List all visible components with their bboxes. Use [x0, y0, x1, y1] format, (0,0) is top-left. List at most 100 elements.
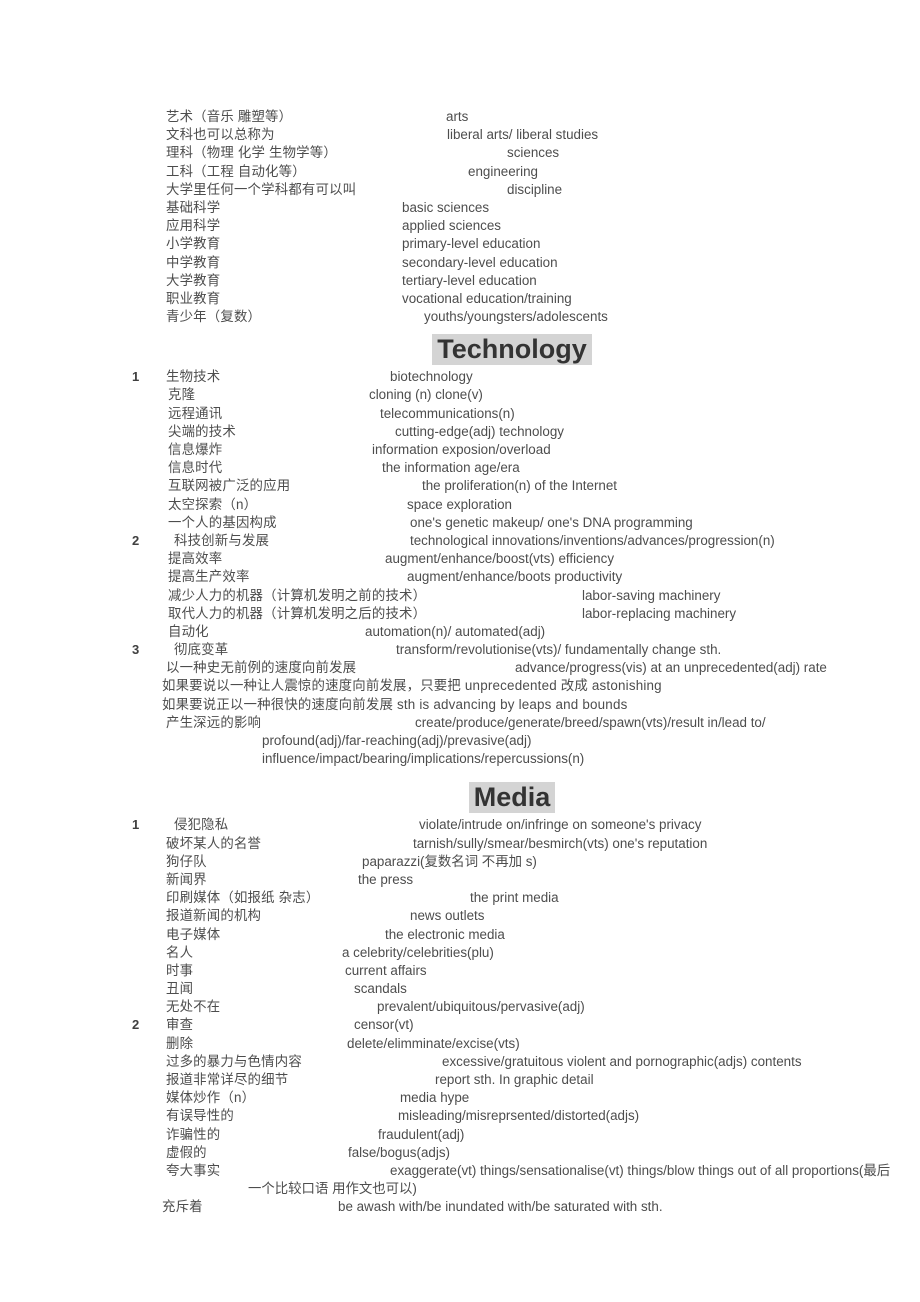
vocab-row: 青少年（复数） youths/youngsters/adolescents — [132, 308, 892, 326]
vocab-row: 太空探索（n） space exploration — [132, 496, 892, 514]
continuation-row: influence/impact/bearing/implications/re… — [132, 750, 892, 768]
vocab-row: 基础科学 basic sciences — [132, 199, 892, 217]
vocab-row: 文科也可以总称为 liberal arts/ liberal studies — [132, 126, 892, 144]
term-english: false/bogus(adjs) — [348, 1144, 450, 1160]
term-chinese: 充斥着 — [162, 1199, 203, 1215]
vocab-row: 大学里任何一个学科都有可以叫 discipline — [132, 181, 892, 199]
vocab-row: 2 科技创新与发展 technological innovations/invent… — [132, 532, 892, 550]
vocab-row: 时事 current affairs — [132, 962, 892, 980]
term-english: applied sciences — [402, 218, 502, 234]
term-chinese: 无处不在 — [166, 999, 221, 1015]
term-english: censor(vt) — [354, 1017, 414, 1033]
vocab-row: 减少人力的机器（计算机发明之前的技术） labor-saving machiner… — [132, 587, 892, 605]
technology-rows: 1 生物技术 biotechnology 克隆 cloning (n) clone(v)… — [132, 368, 892, 732]
term-chinese: 大学教育 — [166, 272, 221, 288]
term-english: youths/youngsters/adolescents — [424, 309, 608, 325]
term-english: delete/elimminate/excise(vts) — [347, 1035, 520, 1051]
intro-block: 艺术（音乐 雕塑等） arts 文科也可以总称为 liberal arts/ libe… — [132, 108, 892, 326]
item-number: 1 — [132, 817, 140, 833]
section-title-media: Media — [468, 782, 556, 814]
term-chinese: 审查 — [166, 1017, 194, 1033]
vocab-row: 一个人的基因构成 one's genetic makeup/ one's DNA … — [132, 514, 892, 532]
vocab-row: 媒体炒作（n） media hype — [132, 1089, 892, 1107]
vocab-row: 报道非常详尽的细节 report sth. In graphic detail — [132, 1071, 892, 1089]
vocab-row: 破坏某人的名誉 tarnish/sully/smear/besmirch(vts)… — [132, 835, 892, 853]
term-english: primary-level education — [402, 236, 541, 252]
term-english: tarnish/sully/smear/besmirch(vts) one's … — [413, 835, 708, 851]
continuation-row: 一个比较口语 用作文也可以) — [132, 1180, 892, 1198]
vocab-row: 过多的暴力与色情内容 excessive/gratuitous violent a… — [132, 1053, 892, 1071]
vocab-row: 名人 a celebrity/celebrities(plu) — [132, 944, 892, 962]
vocab-row: 信息爆炸 information exposion/overload — [132, 441, 892, 459]
term-chinese: 诈骗性的 — [166, 1126, 221, 1142]
term-chinese: 狗仔队 — [166, 853, 207, 869]
vocab-row: 诈骗性的 fraudulent(adj) — [132, 1126, 892, 1144]
term-chinese: 以一种史无前例的速度向前发展 — [166, 660, 357, 676]
vocab-row: 新闻界 the press — [132, 871, 892, 889]
term-chinese: 夸大事实 — [166, 1162, 221, 1178]
media-last-row: 充斥着 be awash with/be inundated with/be sa… — [132, 1198, 892, 1216]
term-english: a celebrity/celebrities(plu) — [342, 944, 494, 960]
vocab-row: 大学教育 tertiary-level education — [132, 272, 892, 290]
term-english: news outlets — [410, 908, 485, 924]
term-chinese: 报道非常详尽的细节 — [166, 1072, 289, 1087]
term-english: basic sciences — [402, 199, 490, 215]
term-chinese: 时事 — [166, 962, 194, 978]
term-chinese: 信息爆炸 — [168, 442, 223, 457]
term-chinese: 过多的暴力与色情内容 — [166, 1053, 302, 1069]
vocab-row: 小学教育 primary-level education — [132, 235, 892, 253]
term-chinese: 艺术（音乐 雕塑等） — [166, 109, 293, 124]
term-english: create/produce/generate/breed/spawn(vts)… — [415, 714, 766, 730]
term-chinese: 如果要说以一种让人震惊的速度向前发展，只要把 unprecedented 改成 … — [162, 678, 662, 694]
term-english: discipline — [507, 181, 563, 197]
term-english: engineering — [468, 163, 538, 179]
term-english: cloning (n) clone(v) — [369, 387, 483, 403]
term-english: paparazzi(复数名词 不再加 s) — [362, 853, 537, 869]
vocab-row: 丑闻 scandals — [132, 980, 892, 998]
vocab-row: 如果要说以一种让人震惊的速度向前发展，只要把 unprecedented 改成 … — [132, 677, 892, 695]
vocab-row: 虚假的 false/bogus(adjs) — [132, 1144, 892, 1162]
term-chinese: 理科（物理 化学 生物学等） — [166, 145, 337, 161]
vocab-row: 艺术（音乐 雕塑等） arts — [132, 108, 892, 126]
term-chinese: 大学里任何一个学科都有可以叫 — [166, 181, 357, 197]
term-chinese: 尖端的技术 — [168, 423, 236, 439]
vocab-row: 3 彻底变革 transform/revolutionise(vts)/ funda… — [132, 641, 892, 659]
term-english: telecommunications(n) — [380, 405, 515, 421]
term-chinese: 侵犯隐私 — [174, 817, 229, 833]
vocab-row: 互联网被广泛的应用 the proliferation(n) of the Int… — [132, 477, 892, 495]
continuation-row: profound(adj)/far-reaching(adj)/prevasiv… — [132, 732, 892, 750]
term-english: liberal arts/ liberal studies — [447, 127, 599, 143]
term-english: scandals — [354, 981, 407, 997]
vocab-row: 工科（工程 自动化等） engineering — [132, 163, 892, 181]
term-english: advance/progress(vis) at an unprecedente… — [515, 660, 827, 676]
term-chinese: 电子媒体 — [166, 926, 221, 942]
media-continuation: 一个比较口语 用作文也可以) — [132, 1180, 892, 1198]
term-chinese: 虚假的 — [166, 1144, 207, 1160]
vocab-row: 2 审查 censor(vt) — [132, 1016, 892, 1034]
vocab-row: 提高效率 augment/enhance/boost(vts) efficienc… — [132, 550, 892, 568]
vocab-row: 1 侵犯隐私 violate/intrude on/infringe on some… — [132, 816, 892, 834]
term-english: information exposion/overload — [372, 442, 551, 457]
vocab-row: 夸大事实 exaggerate(vt) things/sensationalise… — [132, 1162, 892, 1180]
vocab-row: 产生深远的影响 create/produce/generate/breed/spa… — [132, 714, 892, 732]
term-chinese: 减少人力的机器（计算机发明之前的技术） — [168, 587, 427, 603]
term-english: biotechnology — [390, 369, 473, 385]
vocab-row: 如果要说正以一种很快的速度向前发展 sth is advancing by le… — [132, 696, 892, 714]
term-english: the electronic media — [385, 926, 505, 942]
item-number: 1 — [132, 369, 140, 385]
term-english: current affairs — [345, 962, 427, 978]
item-number: 3 — [132, 642, 140, 658]
term-english: technological innovations/inventions/adv… — [410, 532, 775, 548]
term-chinese: 应用科学 — [166, 218, 221, 234]
vocab-row: 自动化 automation(n)/ automated(adj) — [132, 623, 892, 641]
vocab-row: 克隆 cloning (n) clone(v) — [132, 386, 892, 404]
term-english: the information age/era — [382, 460, 520, 476]
term-english: cutting-edge(adj) technology — [395, 423, 564, 439]
term-chinese: 克隆 — [168, 387, 196, 403]
vocab-row: 中学教育 secondary-level education — [132, 254, 892, 272]
continuation-text: 一个比较口语 用作文也可以) — [248, 1181, 417, 1197]
term-chinese: 小学教育 — [166, 236, 221, 252]
vocab-row: 应用科学 applied sciences — [132, 217, 892, 235]
term-chinese: 工科（工程 自动化等） — [166, 163, 306, 179]
